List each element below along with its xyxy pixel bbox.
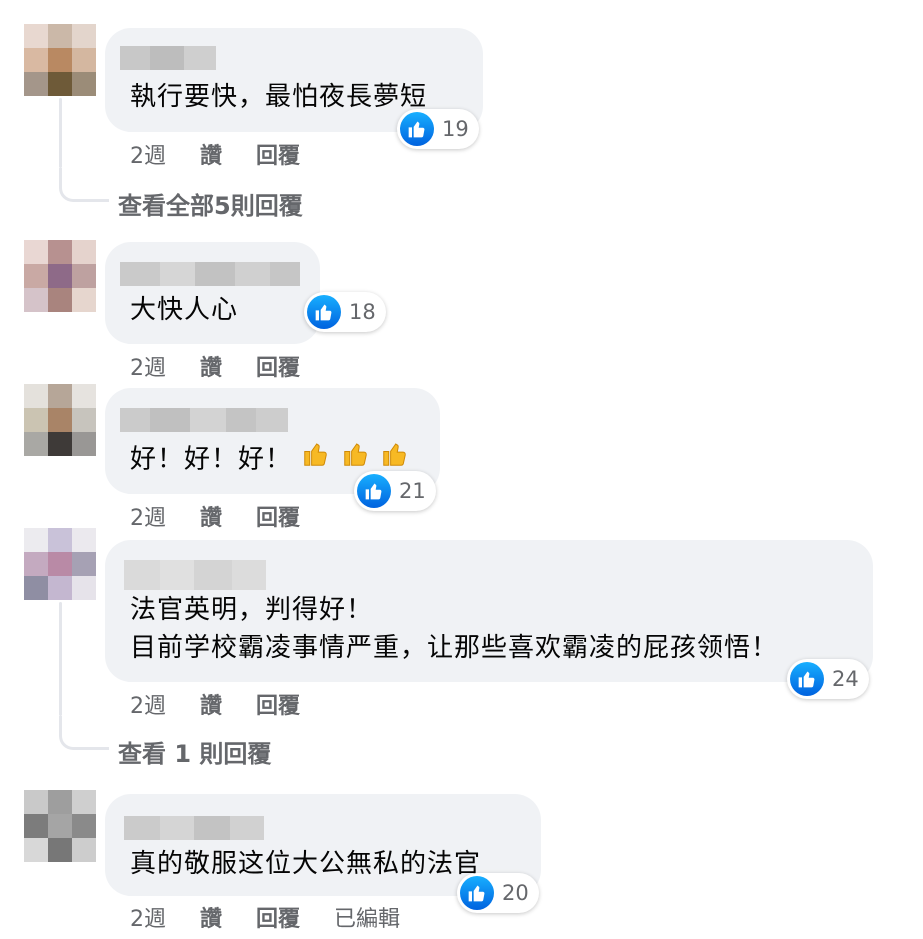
comment-actions: 2週 讚 回覆 已編輯: [130, 901, 434, 933]
timestamp[interactable]: 2週: [130, 350, 166, 382]
comment-text: 真的敬服这位大公無私的法官: [130, 849, 482, 879]
comment-actions: 2週 讚 回覆: [130, 138, 334, 170]
comment-text: 執行要快，最怕夜長夢短: [130, 82, 428, 112]
reaction-summary[interactable]: 24: [787, 659, 869, 699]
reply-button[interactable]: 回覆: [256, 901, 300, 933]
reaction-count: 21: [399, 479, 426, 503]
thread-connector: [59, 168, 109, 202]
like-button[interactable]: 讚: [200, 688, 222, 720]
reaction-summary[interactable]: 19: [397, 109, 479, 149]
like-button[interactable]: 讚: [200, 901, 222, 933]
reaction-summary[interactable]: 21: [354, 471, 436, 511]
reaction-summary[interactable]: 18: [304, 292, 386, 332]
comment-text: 大快人心: [130, 295, 239, 325]
timestamp[interactable]: 2週: [130, 138, 166, 170]
like-reaction-icon: [790, 662, 824, 696]
like-reaction-icon: [307, 295, 341, 329]
author-name-blurred[interactable]: [120, 262, 300, 286]
avatar[interactable]: [24, 528, 96, 600]
reply-button[interactable]: 回覆: [256, 350, 300, 382]
thread-connector: [59, 716, 109, 750]
avatar[interactable]: [24, 384, 96, 456]
reaction-summary[interactable]: 20: [457, 873, 539, 913]
reply-button[interactable]: 回覆: [256, 688, 300, 720]
like-reaction-icon: [357, 474, 391, 508]
comment-actions: 2週 讚 回覆: [130, 688, 334, 720]
comment-text-content: 好！好！好！: [130, 444, 293, 475]
like-button[interactable]: 讚: [200, 500, 222, 532]
avatar[interactable]: [24, 24, 96, 96]
reply-button[interactable]: 回覆: [256, 500, 300, 532]
author-name-blurred[interactable]: [124, 816, 264, 840]
reaction-count: 20: [502, 881, 529, 905]
author-name-blurred[interactable]: [120, 408, 288, 432]
like-button[interactable]: 讚: [200, 350, 222, 382]
edited-label: 已編輯: [334, 907, 401, 932]
reaction-count: 18: [349, 300, 376, 324]
comment-text-line-1: 法官英明，判得好！: [130, 595, 374, 625]
reply-button[interactable]: 回覆: [256, 138, 300, 170]
like-button[interactable]: 讚: [200, 138, 222, 170]
comment-text-line-2: 目前学校霸凌事情严重，让那些喜欢霸凌的屁孩领悟！: [130, 633, 779, 663]
author-name-blurred[interactable]: [124, 560, 266, 590]
comment-actions: 2週 讚 回覆: [130, 500, 334, 532]
timestamp[interactable]: 2週: [130, 500, 166, 532]
thumbs-up-emoji-icon: [301, 439, 331, 481]
author-name-blurred[interactable]: [120, 46, 216, 70]
comment-actions: 2週 讚 回覆: [130, 350, 334, 382]
view-replies-link[interactable]: 查看 1 則回覆: [118, 734, 271, 769]
timestamp[interactable]: 2週: [130, 901, 166, 933]
thread-line: [59, 98, 62, 168]
reaction-count: 24: [832, 667, 859, 691]
like-reaction-icon: [460, 876, 494, 910]
avatar[interactable]: [24, 240, 96, 312]
timestamp[interactable]: 2週: [130, 688, 166, 720]
reaction-count: 19: [442, 117, 469, 141]
avatar[interactable]: [24, 790, 96, 862]
like-reaction-icon: [400, 112, 434, 146]
thread-line: [59, 602, 62, 716]
view-replies-link[interactable]: 查看全部5則回覆: [118, 186, 303, 221]
